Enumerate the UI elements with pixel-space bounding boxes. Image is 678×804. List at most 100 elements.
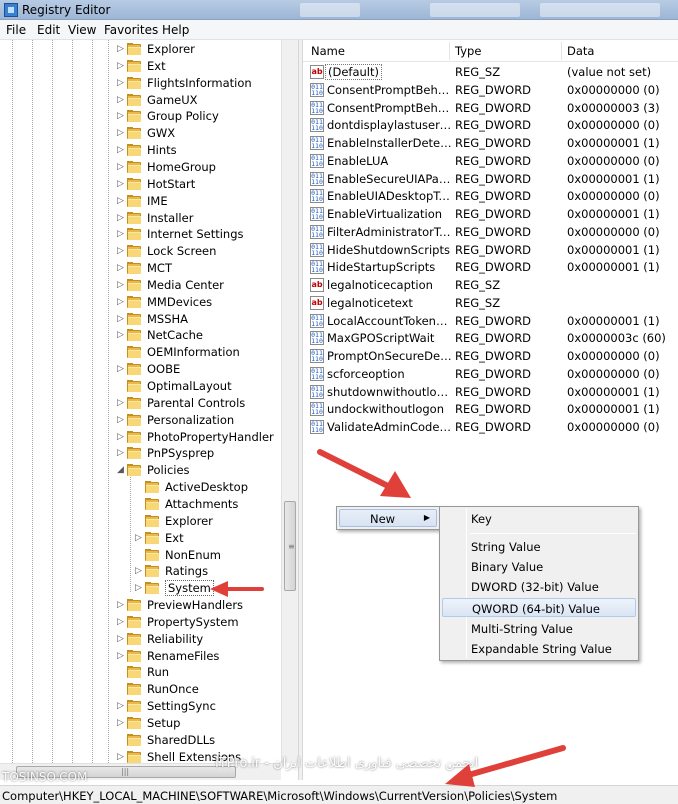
value-list-pane[interactable]: Name Type Data ab (Default) REG_SZ (value n… bbox=[303, 40, 678, 780]
tree-item-pnpsysprep[interactable]: ▷ PnPSysprep bbox=[0, 445, 290, 462]
tree-item-ime[interactable]: ▷ IME bbox=[0, 193, 290, 210]
expand-arrow-icon[interactable]: ▷ bbox=[134, 582, 143, 594]
value-row-scforceoption[interactable]: 011 110 scforceoption REG_DWORD 0x00000000 … bbox=[303, 365, 678, 383]
expand-arrow-icon[interactable]: ▷ bbox=[116, 144, 125, 156]
value-row-consentpromptbehavioruser[interactable]: 011 110ConsentPromptBehaviorUserREG_DWOR… bbox=[303, 99, 678, 117]
value-row-validateadmincodesignatures[interactable]: 011 110ValidateAdminCodeSignaturesREG_DW… bbox=[303, 418, 678, 436]
tree-item-photopropertyhandler[interactable]: ▷ PhotoPropertyHandler bbox=[0, 429, 290, 446]
column-divider[interactable] bbox=[449, 42, 450, 60]
tree-item-flightsinformation[interactable]: ▷ FlightsInformation bbox=[0, 75, 290, 92]
tree-item-policies[interactable]: ◢ Policies bbox=[0, 462, 290, 479]
submenu-item-key[interactable]: Key bbox=[442, 509, 636, 528]
submenu-item-string-value[interactable]: String Value bbox=[442, 537, 636, 556]
tree-vertical-scroll-thumb[interactable]: ≡ bbox=[284, 501, 296, 591]
tree-item-homegroup[interactable]: ▷ HomeGroup bbox=[0, 159, 290, 176]
expand-arrow-icon[interactable]: ▷ bbox=[116, 279, 125, 291]
value-row-promptonsecuredesktop[interactable]: 011 110PromptOnSecureDesktopREG_DWORD 0x0… bbox=[303, 347, 678, 365]
expand-arrow-icon[interactable]: ▷ bbox=[116, 717, 125, 729]
expand-arrow-icon[interactable]: ▷ bbox=[134, 532, 143, 544]
value-row-shutdownwithoutlogon[interactable]: 011 110 shutdownwithoutlogon REG_DWORD 0x00… bbox=[303, 383, 678, 401]
tree-item-netcache[interactable]: ▷ NetCache bbox=[0, 327, 290, 344]
tree-item-gameux[interactable]: ▷ GameUX bbox=[0, 92, 290, 109]
expand-arrow-icon[interactable]: ▷ bbox=[116, 262, 125, 274]
expand-arrow-icon[interactable]: ▷ bbox=[116, 77, 125, 89]
tree-item-personalization[interactable]: ▷ Personalization bbox=[0, 412, 290, 429]
expand-arrow-icon[interactable]: ▷ bbox=[116, 363, 125, 375]
collapse-arrow-icon[interactable]: ◢ bbox=[116, 464, 125, 476]
context-menu-new[interactable]: New ▶ bbox=[339, 509, 437, 527]
expand-arrow-icon[interactable]: ▷ bbox=[116, 212, 125, 224]
menu-file[interactable]: File bbox=[6, 23, 26, 37]
tree-item-runonce[interactable]: RunOnce bbox=[0, 681, 290, 698]
tree-item-ext[interactable]: ▷ Ext bbox=[0, 58, 290, 75]
expand-arrow-icon[interactable]: ▷ bbox=[116, 110, 125, 122]
value-row-enablelua[interactable]: 011 110 EnableLUA REG_DWORD 0x00000000 (0) bbox=[303, 152, 678, 170]
expand-arrow-icon[interactable]: ▷ bbox=[134, 565, 143, 577]
expand-arrow-icon[interactable]: ▷ bbox=[116, 296, 125, 308]
tree-item-nonenum[interactable]: NonEnum bbox=[0, 547, 290, 564]
tree-item-renamefiles[interactable]: ▷ RenameFiles bbox=[0, 648, 290, 665]
value-row-filteradministratortoken[interactable]: 011 110 FilterAdministratorToken REG_DWORD… bbox=[303, 223, 678, 241]
value-row-undockwithoutlogon[interactable]: 011 110 undockwithoutlogon REG_DWORD 0x0000… bbox=[303, 400, 678, 418]
expand-arrow-icon[interactable]: ▷ bbox=[116, 195, 125, 207]
tree-item-settingsync[interactable]: ▷ SettingSync bbox=[0, 698, 290, 715]
tree-item-media-center[interactable]: ▷ Media Center bbox=[0, 277, 290, 294]
expand-arrow-icon[interactable]: ▷ bbox=[116, 751, 125, 763]
expand-arrow-icon[interactable]: ▷ bbox=[116, 161, 125, 173]
tree-item-previewhandlers[interactable]: ▷ PreviewHandlers bbox=[0, 597, 290, 614]
tree-item-gwx[interactable]: ▷ GWX bbox=[0, 125, 290, 142]
tree-item-run[interactable]: Run bbox=[0, 664, 290, 681]
tree-item-system[interactable]: ▷ System bbox=[0, 580, 290, 597]
value-row-localaccounttokenfilterpolicy[interactable]: 011 110LocalAccountTokenFilterPolicyREG_… bbox=[303, 312, 678, 330]
expand-arrow-icon[interactable]: ▷ bbox=[116, 178, 125, 190]
expand-arrow-icon[interactable]: ▷ bbox=[116, 43, 125, 55]
tree-item-installer[interactable]: ▷ Installer bbox=[0, 210, 290, 227]
tree-item-reliability[interactable]: ▷ Reliability bbox=[0, 631, 290, 648]
expand-arrow-icon[interactable]: ▷ bbox=[116, 599, 125, 611]
tree-item-attachments[interactable]: Attachments bbox=[0, 496, 290, 513]
expand-arrow-icon[interactable]: ▷ bbox=[116, 431, 125, 443]
menu-view[interactable]: View bbox=[68, 23, 96, 37]
expand-arrow-icon[interactable]: ▷ bbox=[116, 414, 125, 426]
tree-item-mmdevices[interactable]: ▷ MMDevices bbox=[0, 294, 290, 311]
value-row-enableinstallerdetection[interactable]: 011 110EnableInstallerDetectionREG_DWORD… bbox=[303, 134, 678, 152]
tree-item-setup[interactable]: ▷ Setup bbox=[0, 715, 290, 732]
menu-edit[interactable]: Edit bbox=[37, 23, 60, 37]
expand-arrow-icon[interactable]: ▷ bbox=[116, 397, 125, 409]
tree-item-optimallayout[interactable]: OptimalLayout bbox=[0, 378, 290, 395]
tree-item-parental-controls[interactable]: ▷ Parental Controls bbox=[0, 395, 290, 412]
tree-item-explorer[interactable]: ▷ Explorer bbox=[0, 41, 290, 58]
key-tree-pane[interactable]: ▷ Explorer ▷ Ext ▷ FlightsInformation ▷ GameUX ▷… bbox=[0, 40, 298, 780]
tree-item-propertysystem[interactable]: ▷ PropertySystem bbox=[0, 614, 290, 631]
value-row-maxgposcriptwait[interactable]: 011 110 MaxGPOScriptWait REG_DWORD 0x000000… bbox=[303, 329, 678, 347]
menu-favorites[interactable]: Favorites bbox=[104, 23, 158, 37]
expand-arrow-icon[interactable]: ▷ bbox=[116, 60, 125, 72]
tree-item-activedesktop[interactable]: ActiveDesktop bbox=[0, 479, 290, 496]
tree-item-ext[interactable]: ▷ Ext bbox=[0, 530, 290, 547]
value-row-consentpromptbehavioradmin[interactable]: 011 110ConsentPromptBehaviorAdminREG_DWO… bbox=[303, 81, 678, 99]
expand-arrow-icon[interactable]: ▷ bbox=[116, 245, 125, 257]
tree-item-oobe[interactable]: ▷ OOBE bbox=[0, 361, 290, 378]
value-row--default-[interactable]: ab (Default) REG_SZ (value not set) bbox=[303, 63, 678, 81]
tree-item-ratings[interactable]: ▷ Ratings bbox=[0, 563, 290, 580]
tree-item-mssha[interactable]: ▷ MSSHA bbox=[0, 311, 290, 328]
column-divider[interactable] bbox=[561, 42, 562, 60]
column-header-data[interactable]: Data bbox=[567, 44, 594, 58]
submenu-item-multi-string-value[interactable]: Multi-String Value bbox=[442, 619, 636, 638]
submenu-item-binary-value[interactable]: Binary Value bbox=[442, 557, 636, 576]
expand-arrow-icon[interactable]: ▷ bbox=[116, 700, 125, 712]
tree-item-hotstart[interactable]: ▷ HotStart bbox=[0, 176, 290, 193]
value-row-hideshutdownscripts[interactable]: 011 110 HideShutdownScripts REG_DWORD 0x000… bbox=[303, 241, 678, 259]
tree-item-shareddlls[interactable]: SharedDLLs bbox=[0, 732, 290, 749]
expand-arrow-icon[interactable]: ▷ bbox=[116, 650, 125, 662]
submenu-item-expandable-string-value[interactable]: Expandable String Value bbox=[442, 639, 636, 658]
expand-arrow-icon[interactable]: ▷ bbox=[116, 127, 125, 139]
tree-item-hints[interactable]: ▷ Hints bbox=[0, 142, 290, 159]
tree-item-oeminformation[interactable]: OEMInformation bbox=[0, 344, 290, 361]
value-row-legalnoticetext[interactable]: ab legalnoticetext REG_SZ bbox=[303, 294, 678, 312]
expand-arrow-icon[interactable]: ▷ bbox=[116, 447, 125, 459]
expand-arrow-icon[interactable]: ▷ bbox=[116, 633, 125, 645]
value-row-hidestartupscripts[interactable]: 011 110 HideStartupScripts REG_DWORD 0x0000… bbox=[303, 258, 678, 276]
tree-item-internet-settings[interactable]: ▷ Internet Settings bbox=[0, 226, 290, 243]
column-header-type[interactable]: Type bbox=[455, 44, 481, 58]
